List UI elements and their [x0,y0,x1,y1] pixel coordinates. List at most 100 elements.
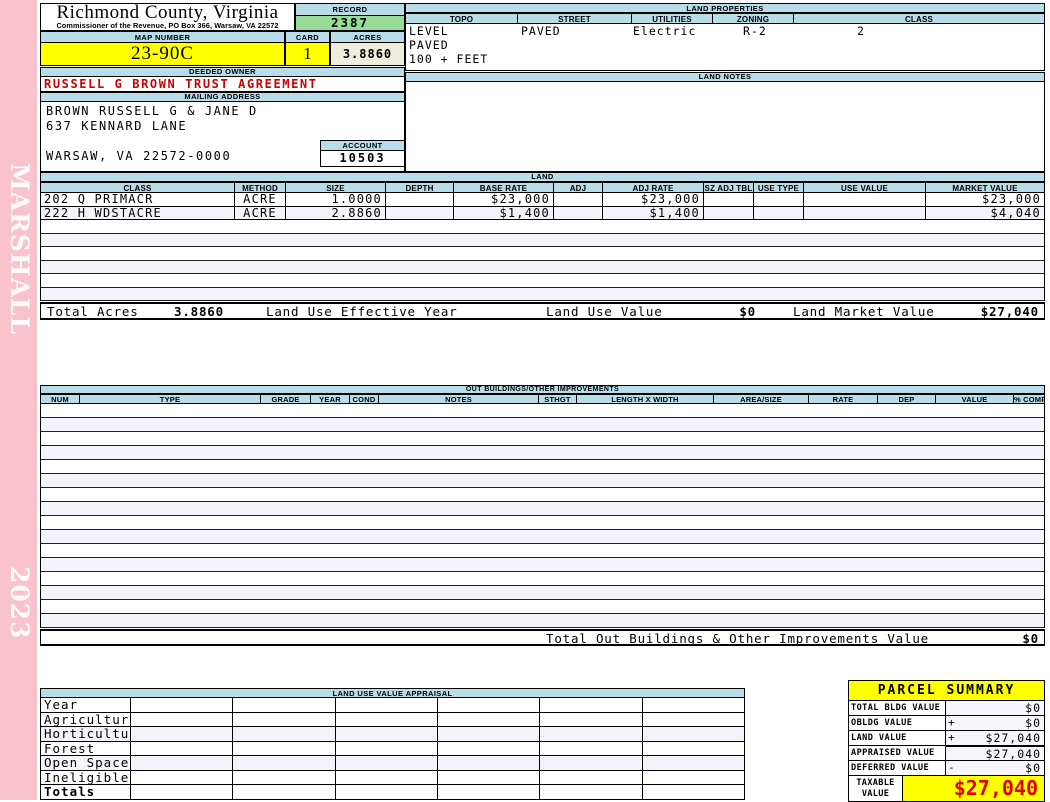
cell-adj [554,206,603,219]
appraisal-cell [540,741,643,755]
summary-row-deferred-value: DEFERRED VALUE - $0 [849,761,1044,776]
total-acres-label: Total Acres [47,304,139,319]
cell-adj-rate: $23,000 [603,193,704,206]
appraisal-cell [336,712,438,726]
cell-use-type [754,206,804,219]
cell-adj [554,193,603,206]
appraisal-cell [131,698,234,712]
cell-use-value [804,206,926,219]
land-notes-area [405,82,1045,172]
appraisal-cell [336,756,438,770]
summary-row-total-bldg-value: TOTAL BLDG VALUE $0 [849,701,1044,716]
col-class: CLASS [41,182,235,193]
address-line: 637 KENNARD LANE [46,119,188,133]
land-header-row: CLASS METHOD SIZE DEPTH BASE RATE ADJ AD… [40,182,1045,193]
cell-adj-rate: $1,400 [603,206,704,219]
street-value: PAVED [521,24,561,38]
taxable-value: $27,040 [903,776,1044,801]
cell-use-value [804,193,926,206]
col-type: TYPE [80,394,261,404]
empty-row [41,474,1044,488]
col-length-x-width: LENGTH X WIDTH [577,394,714,404]
appraisal-row-label: Year [41,698,131,712]
appraisal-cell [233,785,336,799]
col-adj: ADJ [554,182,603,193]
cell-use-type [754,193,804,206]
map-number-value: 23-90C [40,43,285,66]
cell-method: ACRE [235,206,286,219]
out-buildings-header-row: NUM TYPE GRADE YEAR COND NOTES STHGT LEN… [40,394,1045,404]
appraisal-cell [233,727,336,741]
col-use-value: USE VALUE [804,182,926,193]
cell-class: 222 H WDSTACRE [41,206,235,219]
appraisal-cell [643,698,744,712]
col-zoning: ZONING [713,13,794,24]
land-use-value-label: Land Use Value [546,304,663,319]
summary-label: APPRAISED VALUE [849,746,946,760]
county-header: Richmond County, Virginia Commissioner o… [40,3,295,31]
land-use-value: $0 [739,304,756,319]
col-num: NUM [41,394,80,404]
empty-row [41,502,1044,516]
col-dep: DEP [878,394,936,404]
land-market-value-label: Land Market Value [793,304,935,319]
appraisal-cell [438,785,541,799]
appraisal-row-totals: Totals [40,785,745,800]
summary-row-taxable-value: TAXABLE VALUE $27,040 [849,775,1044,801]
deeded-owner-value: RUSSELL G BROWN TRUST AGREEMENT [40,77,405,92]
parcel-summary-title: PARCEL SUMMARY [849,681,1044,701]
appraisal-cell [233,741,336,755]
total-acres-value: 3.8860 [174,304,224,319]
zoning-value: R-2 [743,24,767,38]
land-notes-title: LAND NOTES [405,72,1045,82]
out-buildings-section: OUT BUILDINGS/OTHER IMPROVEMENTS NUM TYP… [40,385,1045,646]
appraisal-cell [540,785,643,799]
map-number-label: MAP NUMBER [40,31,285,43]
appraisal-row-label: Open Space [41,756,131,770]
appraisal-cell [540,712,643,726]
appraisal-cell [540,770,643,784]
appraisal-row-open-space: Open Space [40,756,745,771]
cell-market-value: $4,040 [926,206,1045,219]
empty-row [41,614,1044,628]
col-topo: TOPO [406,13,518,24]
empty-row [41,516,1044,530]
empty-row [41,247,1044,261]
col-class: CLASS [794,13,1045,24]
utilities-value: Electric [633,24,697,38]
appraisal-cell [131,741,234,755]
acres-value: 3.8860 [330,43,405,66]
col-pct-comp: % COMP [1014,394,1045,404]
appraisal-cell [643,713,744,727]
appraisal-cell [131,712,234,726]
summary-op [946,701,961,715]
col-size: SIZE [286,182,386,193]
empty-row [41,488,1044,502]
summary-op: + [948,716,955,729]
summary-label: LAND VALUE [849,731,946,745]
appraisal-row-forest: Forest [40,741,745,756]
appraisal-cell [336,698,438,712]
appraisal-cell [233,712,336,726]
empty-row [41,220,1044,234]
taxable-value-label: TAXABLE VALUE [849,776,903,801]
land-use-appraisal-table: YearAgricultureHorticultureForestOpen Sp… [40,698,745,800]
cell-depth [386,193,454,206]
appraisal-cell [643,742,744,756]
appraisal-row-label: Forest [41,741,131,755]
card-label: CARD [285,31,330,43]
land-empty-rows [40,220,1045,301]
empty-row [41,233,1044,247]
appraisal-row-label: Totals [41,785,131,799]
col-use-type: USE TYPE [754,182,804,193]
appraisal-cell [438,770,541,784]
appraisal-cell [131,770,234,784]
cell-depth [386,206,454,219]
mailing-address-label: MAILING ADDRESS [40,92,405,102]
land-use-effective-year-label: Land Use Effective Year [266,304,458,319]
appraisal-cell [643,727,744,741]
empty-row [41,274,1044,288]
col-utilities: UTILITIES [632,13,713,24]
cell-size: 2.8860 [286,206,386,219]
parcel-summary: PARCEL SUMMARY TOTAL BLDG VALUE $0 OBLDG… [848,680,1045,802]
